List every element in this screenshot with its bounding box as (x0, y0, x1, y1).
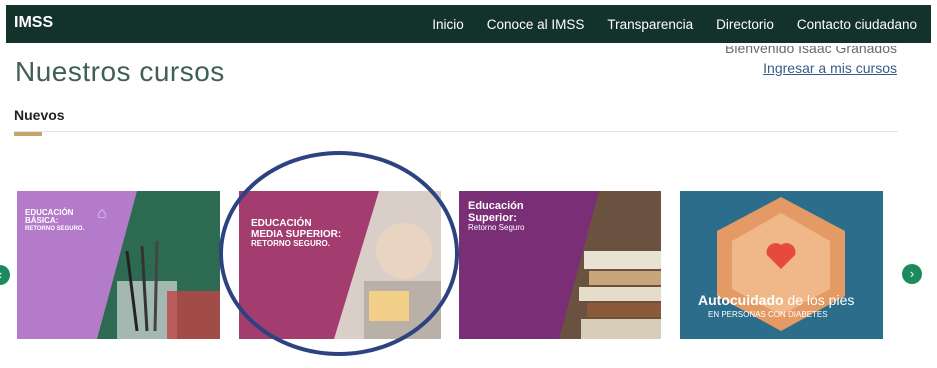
nav-contacto[interactable]: Contacto ciudadano (797, 17, 917, 32)
main-nav: Inicio Conoce al IMSS Transparencia Dire… (432, 17, 917, 32)
page-title: Nuestros cursos (15, 56, 225, 87)
card-title-rest: de los pies (783, 292, 855, 308)
my-courses-link[interactable]: Ingresar a mis cursos (763, 60, 897, 76)
card-title: Autocuidado de los pies (698, 293, 854, 308)
section-divider (14, 131, 898, 132)
card-label: Educación Superior: Retorno Seguro (468, 200, 525, 233)
course-card-autocuidado-pies[interactable]: Autocuidado de los pies EN PERSONAS CON … (680, 191, 883, 339)
course-card-educacion-basica[interactable]: ⌂ EDUCACIÓN BÁSICA: RETORNO SEGURO. (17, 191, 220, 339)
nav-transparencia[interactable]: Transparencia (607, 17, 693, 32)
active-tab-underline (14, 132, 42, 136)
backpack-icon: ⌂ (97, 205, 107, 222)
card-line-3: RETORNO SEGURO. (251, 239, 330, 248)
card-line-3: RETORNO SEGURO. (25, 225, 85, 232)
card-line-2: BÁSICA: (25, 216, 59, 226)
card-background (239, 191, 441, 339)
card-line-1: Educación (468, 200, 524, 212)
course-card-educacion-media-superior[interactable]: EDUCACIÓN MEDIA SUPERIOR: RETORNO SEGURO… (239, 191, 441, 339)
card-line-3: Retorno Seguro (468, 223, 525, 233)
brand-logo[interactable]: IMSS (14, 14, 53, 32)
chevron-right-icon[interactable]: › (902, 264, 922, 284)
section-tab-nuevos[interactable]: Nuevos (14, 107, 65, 123)
chevron-left-icon[interactable]: ‹ (0, 265, 10, 285)
nav-conoce-imss[interactable]: Conoce al IMSS (487, 17, 585, 32)
card-line-1: EDUCACIÓN (251, 218, 312, 229)
card-label: EDUCACIÓN MEDIA SUPERIOR: RETORNO SEGURO… (251, 218, 341, 248)
course-card-educacion-superior[interactable]: Educación Superior: Retorno Seguro (459, 191, 661, 339)
top-navbar: IMSS Inicio Conoce al IMSS Transparencia… (6, 5, 931, 43)
nav-inicio[interactable]: Inicio (432, 17, 464, 32)
card-subtitle: EN PERSONAS CON DIABETES (708, 310, 828, 319)
card-label: EDUCACIÓN BÁSICA: RETORNO SEGURO. (25, 208, 85, 232)
nav-directorio[interactable]: Directorio (716, 17, 774, 32)
card-title-bold: Autocuidado (698, 292, 784, 308)
